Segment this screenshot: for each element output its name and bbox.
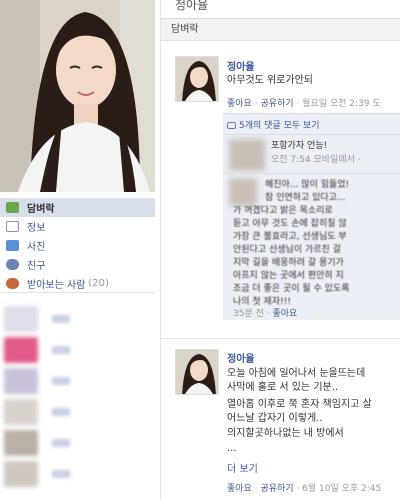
like-link[interactable]: 좋아요	[227, 99, 252, 109]
comment-text-line: 아프지 않는 곳에서 편안히 지	[233, 271, 344, 281]
post-time: · 월요일 오전 2:39 도	[296, 99, 381, 109]
post-text-line: 의지할곳하나없는 내 방에서	[227, 428, 344, 439]
view-all-comments-link[interactable]: 5개의 댓글 모두 보기	[227, 118, 320, 131]
list-item[interactable]	[0, 303, 155, 334]
avatar[interactable]	[175, 56, 219, 102]
friends-icon	[6, 259, 19, 270]
blurred-thumbnail	[4, 336, 38, 363]
share-link[interactable]: 공유하기	[260, 99, 293, 109]
comment-text-line: 가 꺼겠다고 밝은 목소리로	[233, 206, 333, 216]
share-link[interactable]: 공유하기	[260, 484, 293, 494]
post-author[interactable]: 정아율	[227, 58, 255, 73]
comment-text-line: 듣고 아무 것도 손에 잡히질 않	[233, 219, 347, 229]
sidebar-item-label: 받아보는 사람	[27, 280, 86, 291]
comment-text-line: 참 인연하고 있다고...	[265, 193, 346, 203]
divider	[0, 292, 155, 293]
post-meta: 좋아요 · 공유하기 · 6월 10일 오후 2:45	[227, 484, 382, 494]
comment-text: 포항가자 언능!	[271, 141, 328, 151]
sidebar-item-label: 정보	[27, 223, 46, 234]
info-icon	[6, 221, 19, 232]
subscribers-icon	[6, 278, 19, 289]
sidebar-item-wall[interactable]: 담벼락	[0, 198, 155, 217]
list-item[interactable]	[0, 458, 155, 489]
comment-meta: 35분 전 · 좋아요	[233, 309, 298, 319]
subscriber-count: (20)	[88, 278, 109, 289]
blurred-thumbnail	[4, 460, 38, 487]
sidebar-item-label: 담벼락	[27, 204, 55, 215]
blurred-name	[52, 314, 70, 323]
blurred-name	[52, 345, 70, 354]
wall-icon	[6, 202, 19, 213]
comment-text-line: 지막 길을 배웅하려 갈 용기가	[233, 258, 344, 268]
left-column: 담벼락 정보 사진 친구 받아보는 사람 (20)	[0, 0, 155, 500]
post-text-line: ...	[227, 443, 237, 454]
blurred-thumbnail	[4, 398, 38, 425]
see-more-link[interactable]: 더 보기	[227, 460, 258, 475]
sidebar-item-photos[interactable]: 사진	[0, 236, 155, 255]
divider	[223, 173, 400, 174]
comment-text-line: 안된다고 선생님이 가르친 걸	[233, 245, 341, 255]
post-divider	[161, 338, 400, 339]
profile-nav: 담벼락 정보 사진 친구 받아보는 사람 (20)	[0, 198, 155, 293]
post-meta: 좋아요 · 공유하기 · 월요일 오전 2:39 도	[227, 99, 381, 109]
sidebar-item-info[interactable]: 정보	[0, 217, 155, 236]
post-text: 아무것도 위로가안되	[227, 75, 313, 86]
sidebar-item-label: 친구	[27, 261, 46, 272]
comment-like-link[interactable]: 좋아요	[272, 309, 297, 319]
list-item[interactable]	[0, 396, 155, 427]
sidebar-item-subscribers[interactable]: 받아보는 사람 (20)	[0, 274, 155, 293]
list-item[interactable]	[0, 427, 155, 458]
comment-box: 5개의 댓글 모두 보기 포항가자 언능! 오전 7:54 모바일에서 · 혜진…	[223, 113, 400, 320]
divider	[223, 134, 400, 135]
list-item[interactable]	[0, 365, 155, 396]
sidebar-item-label: 사진	[27, 242, 46, 253]
comment-time: 35분 전	[233, 309, 264, 319]
post-text-line: 사막에 홀로 서 있는 기분..	[227, 382, 339, 393]
page-title: 정아율	[175, 0, 209, 12]
post-text-line: 열아홉 이후로 쭉 혼자 책임지고 살	[227, 399, 372, 410]
list-item[interactable]	[0, 334, 155, 365]
avatar[interactable]	[175, 349, 219, 395]
blurred-thumbnail	[4, 429, 38, 456]
sidebar-item-friends[interactable]: 친구	[0, 255, 155, 274]
profile-photo[interactable]	[0, 0, 155, 192]
photos-icon	[6, 240, 19, 251]
blurred-name	[52, 376, 70, 385]
comment-text-line: 가장 큰 불효라고, 선생님도 부	[233, 232, 347, 242]
comment-text-line: 혜진아... 많이 힘들었!	[265, 180, 350, 190]
wall-column: 정아율 담벼락 정아율 아무것도 위로가안되 좋아요 · 공유하기 · 월요일 …	[160, 0, 400, 500]
comment-bubble-icon	[227, 122, 236, 129]
comment-meta: 오전 7:54 모바일에서 ·	[271, 155, 361, 165]
like-link[interactable]: 좋아요	[227, 484, 252, 494]
blurred-friends-list	[0, 303, 155, 489]
post-time: · 6월 10일 오후 2:45	[296, 484, 382, 494]
blurred-name	[52, 469, 70, 478]
post-text-line: 어느날 갑자기 이렇게..	[227, 413, 323, 424]
wall-section-header: 담벼락	[161, 18, 400, 41]
comment-text-line: 조금 더 좋은 곳이 될 수 있도록	[233, 284, 350, 294]
blurred-name	[52, 407, 70, 416]
post-author[interactable]: 정아율	[227, 350, 255, 365]
blurred-name	[52, 438, 70, 447]
blurred-avatar	[229, 178, 257, 206]
blurred-thumbnail	[4, 367, 38, 394]
blurred-avatar	[229, 139, 265, 171]
post-text-line: 오늘 아침에 일어나서 눈을뜨는데	[227, 368, 366, 379]
blurred-thumbnail	[4, 305, 38, 332]
